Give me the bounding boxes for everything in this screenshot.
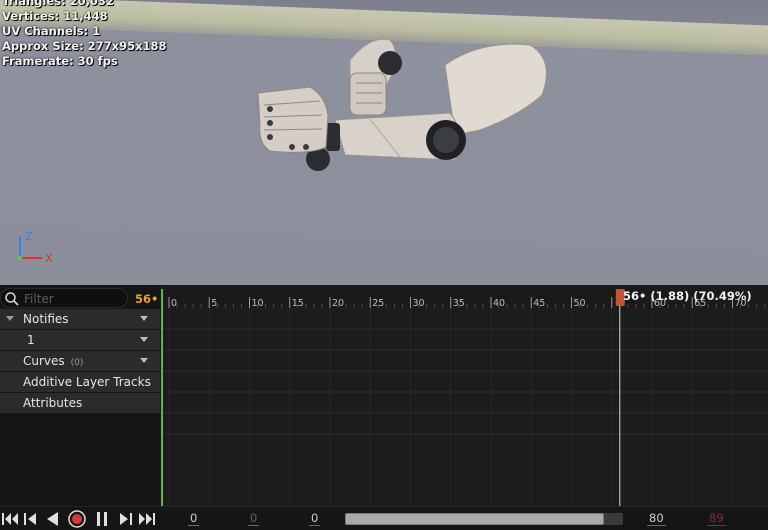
expand-arrow-icon[interactable] xyxy=(6,316,14,321)
step-forward-button[interactable] xyxy=(117,510,135,528)
track-curves[interactable]: Curves (0) xyxy=(0,351,160,371)
transport-bar: 0 0 0 80 89 xyxy=(0,506,768,530)
tracks-panel: Filter 56• Notifies 1 Curves (0) Additive… xyxy=(0,285,160,506)
search-icon xyxy=(5,292,19,306)
stat-framerate: Framerate: 30 fps xyxy=(2,54,118,68)
playback-start-marker[interactable] xyxy=(161,289,163,506)
play-reverse-button[interactable] xyxy=(43,510,61,528)
track-attributes[interactable]: Attributes xyxy=(0,393,160,413)
view-start-field[interactable]: 0 xyxy=(188,512,200,526)
robot-arm-mesh[interactable] xyxy=(250,35,560,185)
track-notify-1[interactable]: 1 xyxy=(0,330,160,350)
chevron-down-icon[interactable] xyxy=(140,337,148,342)
chevron-down-icon[interactable] xyxy=(140,316,148,321)
timeline-scrollbar-thumb[interactable] xyxy=(345,513,604,525)
play-start-field[interactable]: 0 xyxy=(248,512,260,526)
filter-search-input[interactable]: Filter xyxy=(0,288,128,308)
jump-to-start-button[interactable] xyxy=(0,510,20,528)
viewport[interactable]: Triangles: 20,032 Vertices: 11,448 UV Ch… xyxy=(0,0,768,285)
track-label: Notifies xyxy=(23,312,69,326)
stat-uv-channels: UV Channels: 1 xyxy=(2,24,101,38)
track-notifies[interactable]: Notifies xyxy=(0,309,160,329)
track-label: Additive Layer Tracks xyxy=(23,375,151,389)
track-label: Curves (0) xyxy=(23,354,83,368)
timeline-scrollbar[interactable] xyxy=(345,513,623,525)
stat-approx-size: Approx Size: 277x95x188 xyxy=(2,39,167,53)
track-additive-layer[interactable]: Additive Layer Tracks xyxy=(0,372,160,392)
chevron-down-icon[interactable] xyxy=(140,358,148,363)
track-curves-label: Curves xyxy=(23,354,65,368)
track-label: Attributes xyxy=(23,396,83,410)
view-start-secondary-field[interactable]: 0 xyxy=(309,512,321,526)
timeline-area[interactable]: 0 5 10 15 20 25 30 35 40 45 50 60 65 70 56• (1.88) (7… xyxy=(161,285,768,506)
axis-x-label: X xyxy=(45,252,53,265)
scrub-position-label: 56• (1.88) (70.49%) xyxy=(623,289,752,303)
pause-button[interactable] xyxy=(94,510,110,528)
track-label: 1 xyxy=(27,333,35,347)
axis-z-label: Z xyxy=(25,230,33,243)
play-end-field[interactable]: 89 xyxy=(707,512,726,526)
current-frame-indicator: 56• xyxy=(135,292,159,306)
viewport-stats-overlay: Triangles: 20,032 Vertices: 11,448 UV Ch… xyxy=(2,0,167,69)
jump-to-end-button[interactable] xyxy=(137,510,157,528)
filter-placeholder: Filter xyxy=(24,292,54,306)
filter-row: Filter 56• xyxy=(0,288,160,308)
step-back-button[interactable] xyxy=(21,510,39,528)
record-button[interactable] xyxy=(67,510,87,528)
playhead[interactable] xyxy=(161,285,768,506)
view-end-field[interactable]: 80 xyxy=(647,512,666,526)
stat-vertices: Vertices: 11,448 xyxy=(2,9,108,23)
track-curves-count: (0) xyxy=(70,358,84,368)
stat-triangles: Triangles: 20,032 xyxy=(2,0,114,8)
axis-gizmo-icon: Z X xyxy=(18,230,53,265)
